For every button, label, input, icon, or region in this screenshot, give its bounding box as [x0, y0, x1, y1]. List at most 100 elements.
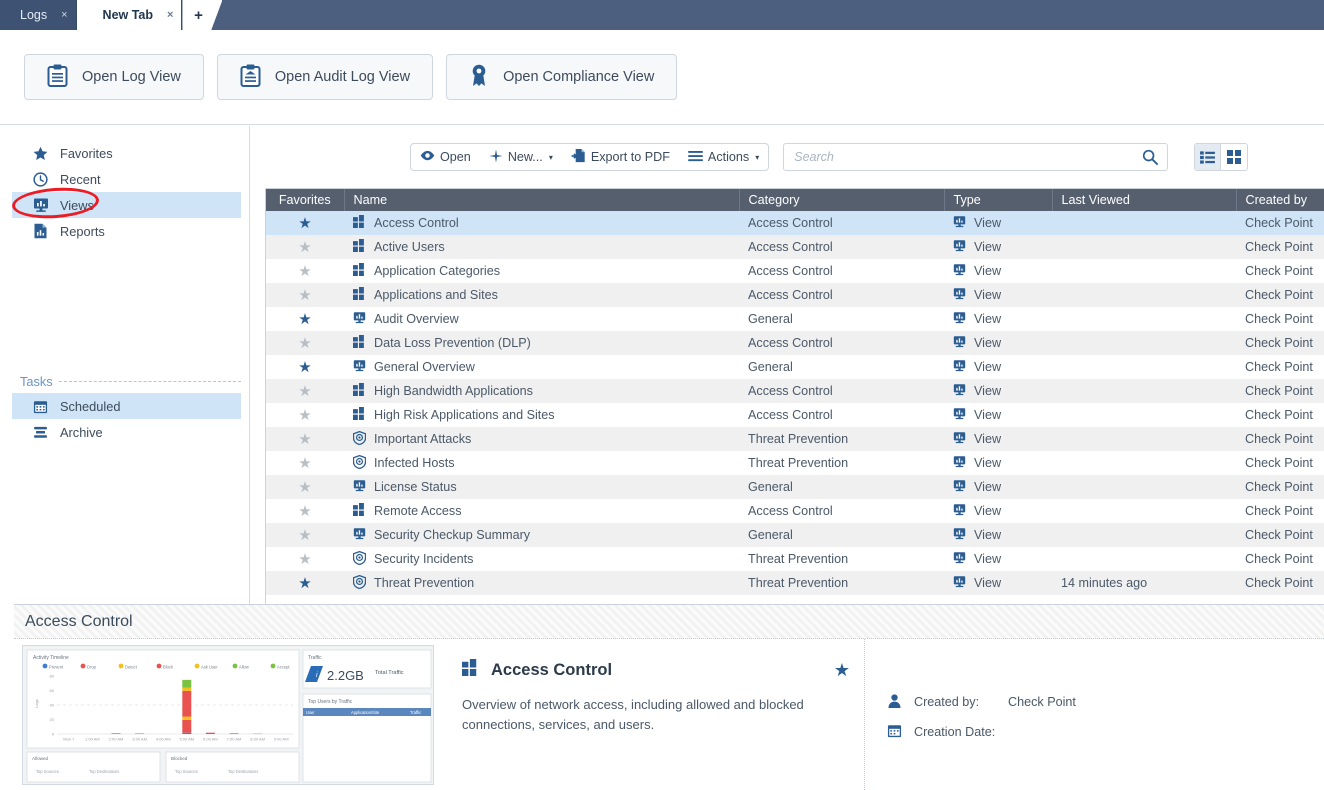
table-row[interactable]: ★ Access Control Access Control View Check P… [266, 211, 1324, 235]
tab-new-tab[interactable]: New Tab × [76, 0, 183, 30]
open-audit-log-view-button[interactable]: Open Audit Log View [216, 54, 434, 100]
cell-last-viewed [1052, 259, 1236, 283]
sidebar-item-recent[interactable]: Recent [12, 166, 241, 192]
monitor-icon [353, 527, 366, 543]
cell-name: License Status [344, 475, 739, 499]
list-view-button[interactable] [1195, 144, 1222, 170]
table-row[interactable]: ★ Threat Prevention Threat Prevention View 1… [266, 571, 1324, 595]
favorite-star-icon[interactable]: ★ [266, 307, 344, 331]
table-row[interactable]: ★ Applications and Sites Access Control Vie… [266, 283, 1324, 307]
table-row[interactable]: ★ Remote Access Access Control View Check Po… [266, 499, 1324, 523]
tasks-label: Tasks [20, 374, 53, 389]
sidebar-item-views[interactable]: Views [12, 192, 241, 218]
column-header-favorites[interactable]: Favorites [266, 189, 345, 211]
actions-button[interactable]: Actions ▾ [679, 144, 768, 170]
favorite-star-icon[interactable]: ★ [834, 660, 864, 681]
favorite-star-icon[interactable]: ★ [266, 211, 344, 235]
table-row[interactable]: ★ Application Categories Access Control Vie… [266, 259, 1324, 283]
search-icon[interactable] [1142, 149, 1167, 165]
row-label: Security Incidents [374, 552, 474, 566]
table-row[interactable]: ★ Security Incidents Threat Prevention View… [266, 547, 1324, 571]
tiles-icon [353, 263, 366, 279]
open-log-view-button[interactable]: Open Log View [24, 54, 204, 100]
row-label: License Status [374, 480, 457, 494]
table-row[interactable]: ★ High Bandwidth Applications Access Contr… [266, 379, 1324, 403]
sparkle-new-icon [489, 149, 503, 166]
table-row[interactable]: ★ Important Attacks Threat Prevention View C… [266, 427, 1324, 451]
monitor-icon [353, 311, 366, 327]
table-row[interactable]: ★ High Risk Applications and Sites Access … [266, 403, 1324, 427]
cell-last-viewed [1052, 451, 1236, 475]
open-compliance-view-button[interactable]: Open Compliance View [446, 54, 678, 100]
favorite-star-icon[interactable]: ★ [266, 403, 344, 427]
favorite-star-icon[interactable]: ★ [266, 355, 344, 379]
row-label: Audit Overview [374, 312, 459, 326]
table-row[interactable]: ★ License Status General View Check Point [266, 475, 1324, 499]
column-header-last-viewed[interactable]: Last Viewed [1052, 189, 1237, 211]
favorite-star-icon[interactable]: ★ [266, 379, 344, 403]
new-button[interactable]: New... ▾ [480, 144, 562, 170]
cell-type: View [944, 235, 1052, 259]
cell-name: Infected Hosts [344, 451, 739, 475]
favorite-star-icon[interactable]: ★ [266, 427, 344, 451]
favorite-star-icon[interactable]: ★ [266, 475, 344, 499]
hamburger-menu-icon [687, 150, 703, 165]
sidebar-item-favorites[interactable]: Favorites [12, 140, 241, 166]
tiles-icon [353, 383, 366, 399]
favorite-star-icon[interactable]: ★ [266, 331, 344, 355]
favorite-star-icon[interactable]: ★ [266, 451, 344, 475]
table-row[interactable]: ★ Infected Hosts Threat Prevention View Chec… [266, 451, 1324, 475]
tiles-icon [353, 503, 366, 519]
sidebar-item-archive[interactable]: Archive [12, 419, 241, 445]
favorite-star-icon[interactable]: ★ [266, 499, 344, 523]
new-tab-button[interactable]: + [182, 0, 223, 30]
sidebar-item-label: Scheduled [60, 398, 121, 414]
svg-text:80: 80 [50, 674, 55, 679]
search-input[interactable] [784, 144, 1143, 170]
monitor-icon [953, 383, 966, 399]
monitor-icon [953, 359, 966, 375]
favorite-star-icon[interactable]: ★ [266, 547, 344, 571]
sidebar-item-scheduled[interactable]: Scheduled [12, 393, 241, 419]
table-row[interactable]: ★ General Overview General View Check Point [266, 355, 1324, 379]
svg-text:Mon 7: Mon 7 [63, 737, 75, 742]
row-label: Access Control [374, 216, 459, 230]
svg-text:20: 20 [50, 717, 55, 722]
table-row[interactable]: ★ Data Loss Prevention (DLP) Access Contro… [266, 331, 1324, 355]
list-view-icon [1200, 150, 1216, 164]
favorite-star-icon[interactable]: ★ [266, 571, 344, 595]
svg-text:Top Destinations: Top Destinations [228, 769, 258, 774]
monitor-icon [953, 335, 966, 351]
table-row[interactable]: ★ Active Users Access Control View Check Poi… [266, 235, 1324, 259]
table-row[interactable]: ★ Audit Overview General View Check Point [266, 307, 1324, 331]
cell-name: High Bandwidth Applications [344, 379, 739, 403]
export-to-pdf-button[interactable]: Export to PDF [562, 144, 679, 170]
sidebar-item-reports[interactable]: Reports [12, 218, 241, 244]
open-button[interactable]: Open [411, 144, 480, 170]
cell-name: Threat Prevention [344, 571, 739, 595]
monitor-icon [953, 551, 966, 567]
table-row[interactable]: ★ Security Checkup Summary General View Chec… [266, 523, 1324, 547]
close-icon[interactable]: × [167, 9, 173, 21]
search-box[interactable] [783, 143, 1169, 171]
detail-metadata: Created by: Check Point Creation Date: [864, 639, 1094, 790]
favorite-star-icon[interactable]: ★ [266, 235, 344, 259]
column-header-name[interactable]: Name [344, 189, 740, 211]
grid-view-button[interactable] [1221, 144, 1247, 170]
close-icon[interactable]: × [61, 9, 67, 21]
column-header-type[interactable]: Type [944, 189, 1053, 211]
column-header-category[interactable]: Category [739, 189, 945, 211]
column-header-created-by[interactable]: Created by [1236, 189, 1324, 211]
toolbar-button-group: Open New... ▾ Export to PDF Actions ▾ [410, 143, 770, 171]
favorite-star-icon[interactable]: ★ [266, 283, 344, 307]
cell-type: View [944, 283, 1052, 307]
cell-type: View [944, 451, 1052, 475]
svg-text:Logs: Logs [34, 699, 39, 708]
svg-text:Prevent: Prevent [49, 665, 64, 670]
tab-logs[interactable]: Logs × [0, 0, 77, 30]
cell-name: Remote Access [344, 499, 739, 523]
favorite-star-icon[interactable]: ★ [266, 523, 344, 547]
favorite-star-icon[interactable]: ★ [266, 259, 344, 283]
view-launcher-bar: Open Log View Open Audit Log View Open C… [0, 30, 1324, 125]
view-preview-thumbnail[interactable]: Activity Timeline Prevent Drop Detect Block A… [22, 645, 434, 785]
